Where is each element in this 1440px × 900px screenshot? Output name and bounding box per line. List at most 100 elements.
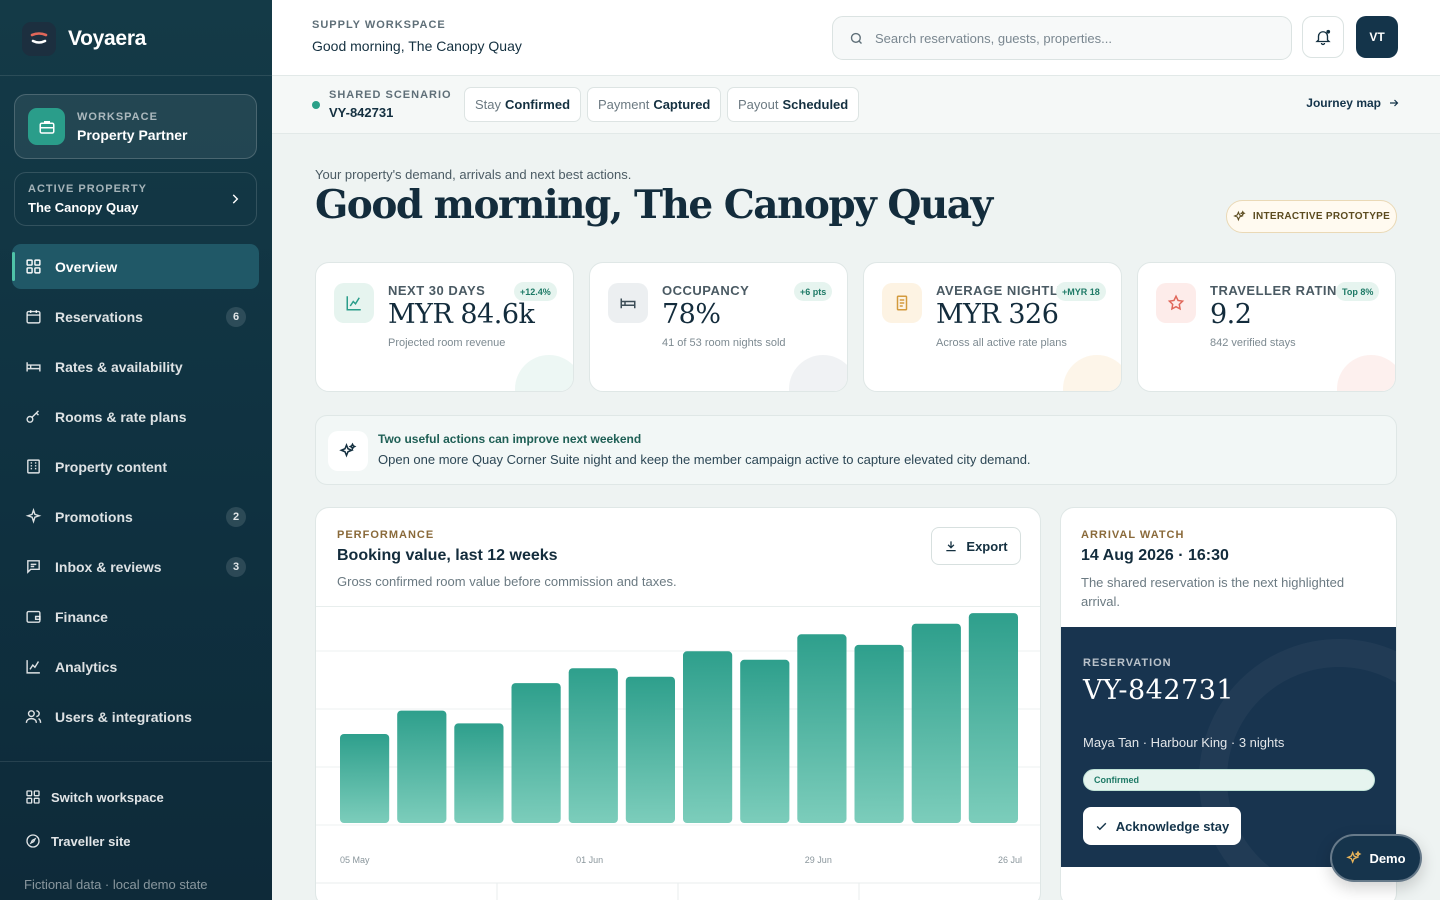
chip-value: Scheduled (782, 97, 849, 112)
kpi-label: AVERAGE NIGHTLY (936, 283, 1067, 298)
page-title: Good morning, The Canopy Quay (315, 182, 993, 228)
prototype-badge: INTERACTIVE PROTOTYPE (1226, 200, 1397, 233)
sidebar-item-label: Reservations (55, 308, 143, 325)
traveller-site-link[interactable]: Traveller site (25, 833, 131, 849)
kpi-label: NEXT 30 DAYS (388, 283, 486, 298)
receipt-icon (882, 283, 922, 323)
chart-bar[interactable] (911, 623, 961, 823)
brand-logo[interactable]: Voyaera (22, 22, 146, 56)
download-icon (944, 539, 958, 553)
payout-status-chip: Payout Scheduled (727, 87, 860, 122)
chart-bar[interactable] (340, 734, 390, 823)
reservation-panel[interactable]: RESERVATION VY-842731 Maya Tan · Harbour… (1061, 627, 1396, 867)
arrival-kicker: ARRIVAL WATCH (1081, 529, 1185, 541)
sparkle-icon (328, 431, 368, 471)
workspace-switcher[interactable]: WORKSPACE Property Partner (14, 94, 257, 159)
nav-count-badge: 3 (226, 557, 246, 577)
scenario-kicker: SHARED SCENARIO (329, 89, 452, 101)
chart-bar[interactable] (683, 651, 733, 823)
kpi-value: 9.2 (1210, 299, 1252, 330)
notifications-button[interactable] (1302, 16, 1344, 58)
export-button[interactable]: Export (931, 527, 1021, 565)
sidebar: Voyaera WORKSPACE Property Partner ACTIV… (0, 0, 272, 900)
arrival-description: The shared reservation is the next highl… (1081, 575, 1345, 609)
scenario-bar: SHARED SCENARIO VY-842731 Stay Confirmed… (272, 76, 1440, 134)
sidebar-item-overview[interactable]: Overview (12, 244, 259, 289)
kpi-caption: Across all active rate plans (936, 337, 1067, 349)
nav-count-badge: 6 (226, 307, 246, 327)
traveller-site-label: Traveller site (51, 833, 131, 849)
users-icon (25, 708, 42, 725)
journey-map-link[interactable]: Journey map (1306, 96, 1400, 110)
property-name: The Canopy Quay (28, 200, 139, 215)
search-icon (849, 31, 864, 46)
sidebar-item-users[interactable]: Users & integrations (12, 694, 259, 739)
chart-bar[interactable] (625, 676, 675, 823)
workspace-kicker: WORKSPACE (77, 110, 158, 123)
sidebar-item-inbox[interactable]: Inbox & reviews 3 (12, 544, 259, 589)
chart-bar[interactable] (854, 644, 904, 823)
sidebar-item-label: Rooms & rate plans (55, 408, 187, 425)
main-content: Your property's demand, arrivals and nex… (272, 134, 1440, 900)
chart-bar[interactable] (740, 659, 790, 823)
chart-bar[interactable] (568, 668, 618, 823)
reservation-kicker: RESERVATION (1083, 657, 1172, 669)
chart-bar[interactable] (511, 683, 561, 823)
property-kicker: ACTIVE PROPERTY (28, 183, 147, 195)
compass-icon (25, 833, 41, 849)
chart-bar[interactable] (797, 634, 847, 823)
journey-map-label: Journey map (1306, 96, 1381, 110)
sidebar-item-reservations[interactable]: Reservations 6 (12, 294, 259, 339)
active-property-selector[interactable]: ACTIVE PROPERTY The Canopy Quay (14, 172, 257, 226)
chart-bar[interactable] (454, 723, 504, 823)
sidebar-item-finance[interactable]: Finance (12, 594, 259, 639)
nav-count-badge: 2 (226, 507, 246, 527)
calendar-icon (25, 308, 42, 325)
demo-button[interactable]: Demo (1330, 834, 1422, 882)
search-box[interactable] (832, 16, 1292, 60)
sidebar-item-label: Rates & availability (55, 358, 183, 375)
chart-bar[interactable] (397, 710, 447, 823)
switch-workspace-link[interactable]: Switch workspace (25, 789, 164, 805)
briefcase-icon (28, 108, 65, 145)
performance-card: PERFORMANCE Booking value, last 12 weeks… (315, 507, 1041, 900)
sparkle-icon (25, 508, 42, 525)
kpi-caption: 842 verified stays (1210, 337, 1296, 349)
prototype-badge-label: INTERACTIVE PROTOTYPE (1252, 211, 1391, 222)
brand-name: Voyaera (68, 27, 147, 50)
chart-icon (25, 658, 42, 675)
switch-workspace-label: Switch workspace (51, 789, 164, 805)
sidebar-footer-note: Fictional data · local demo state (24, 877, 208, 892)
sparkle-icon (1233, 210, 1246, 223)
sidebar-item-property-content[interactable]: Property content (12, 444, 259, 489)
sidebar-item-label: Users & integrations (55, 708, 192, 725)
bed-icon (25, 358, 42, 375)
sidebar-nav: Overview Reservations 6 Rates & availabi… (12, 244, 259, 744)
chip-key: Payment (598, 97, 650, 112)
sidebar-item-rooms[interactable]: Rooms & rate plans (12, 394, 259, 439)
payment-status-chip: Payment Captured (587, 87, 722, 122)
sidebar-divider (0, 761, 272, 762)
sidebar-item-rates[interactable]: Rates & availability (12, 344, 259, 389)
user-avatar[interactable]: VT (1356, 16, 1398, 58)
workspace-name: Property Partner (77, 126, 188, 143)
stay-status-chip: Stay Confirmed (464, 87, 582, 122)
reservation-id: VY-842731 (1083, 675, 1235, 706)
arrow-right-icon (1388, 97, 1400, 109)
kpi-value: 78% (662, 299, 721, 330)
search-input[interactable] (875, 30, 1275, 46)
decorative-circle (1337, 355, 1395, 391)
key-icon (25, 408, 42, 425)
sparkle-icon (1346, 850, 1362, 866)
chart-bar[interactable] (968, 613, 1018, 823)
kpi-caption: 41 of 53 room nights sold (662, 337, 786, 349)
acknowledge-stay-button[interactable]: Acknowledge stay (1083, 807, 1241, 845)
kpi-caption: Projected room revenue (388, 337, 506, 349)
acknowledge-stay-label: Acknowledge stay (1115, 818, 1230, 834)
topbar-kicker: SUPPLY WORKSPACE (312, 19, 446, 31)
logo-mark-icon (22, 22, 56, 56)
page-intro: Your property's demand, arrivals and nex… (315, 167, 632, 182)
sidebar-item-analytics[interactable]: Analytics (12, 644, 259, 689)
sidebar-item-promotions[interactable]: Promotions 2 (12, 494, 259, 539)
message-icon (25, 558, 42, 575)
